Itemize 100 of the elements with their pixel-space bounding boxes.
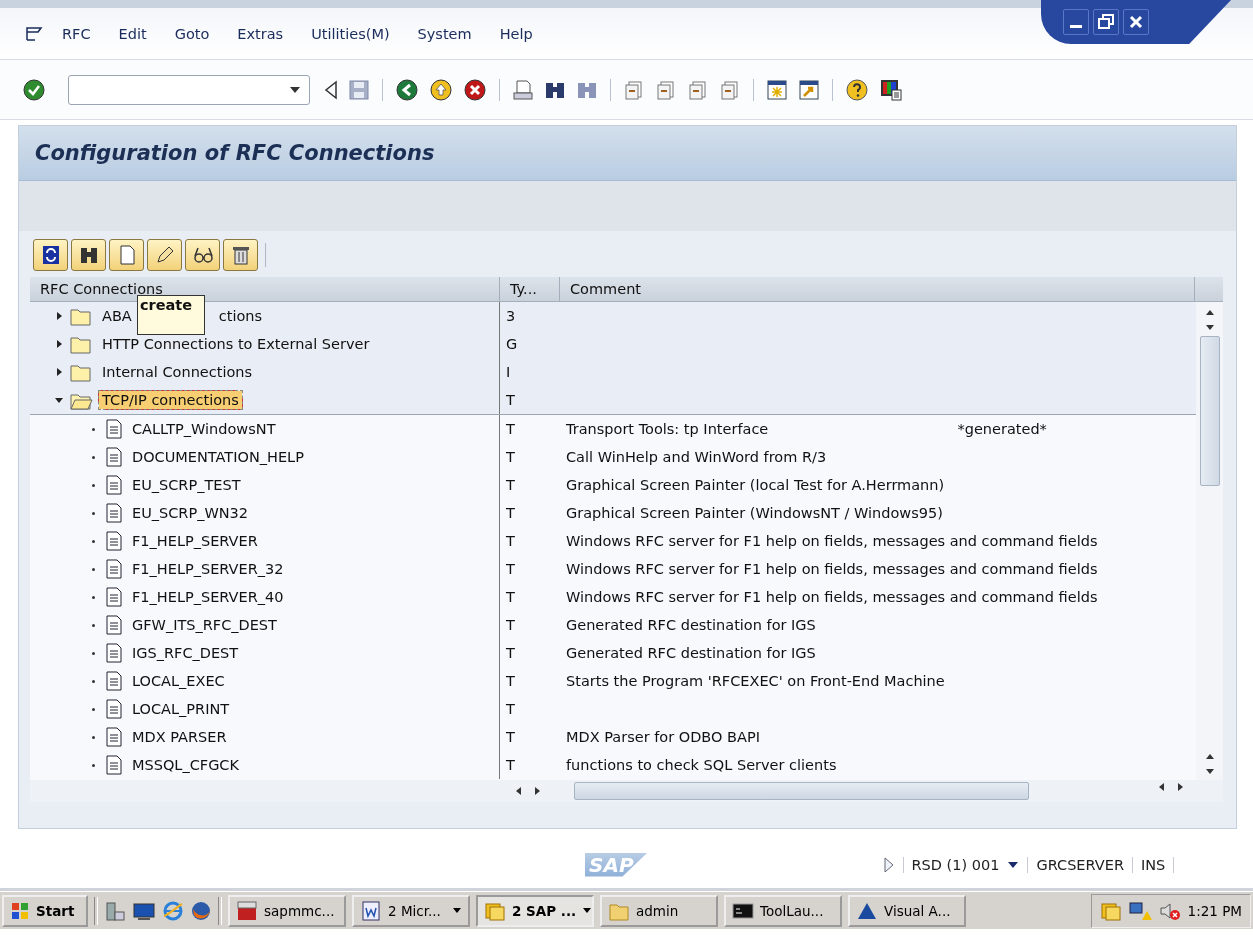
taskbar-task[interactable]: admin	[600, 894, 718, 927]
document-icon	[105, 503, 123, 523]
tree-node-label[interactable]: F1_HELP_SERVER	[129, 532, 261, 550]
menu-item[interactable]: Goto	[174, 25, 210, 42]
network-warning-icon[interactable]	[1127, 899, 1152, 922]
server-icon[interactable]	[104, 899, 126, 922]
fox-globe-icon[interactable]	[190, 899, 212, 922]
create-button[interactable]	[109, 239, 144, 271]
menu-item[interactable]: Help	[499, 25, 533, 42]
tree-node-label[interactable]: ctions	[218, 308, 263, 324]
type-cell-text: T	[505, 533, 516, 549]
document-icon	[105, 699, 123, 719]
scroll-up-icon[interactable]	[1203, 752, 1216, 762]
scroll-left-icon[interactable]	[1157, 782, 1167, 792]
dropdown-icon[interactable]	[289, 85, 301, 94]
tree-node-label[interactable]: TCP/IP connections	[99, 391, 242, 409]
shortcut-icon[interactable]	[798, 78, 820, 101]
minimize-icon[interactable]	[1063, 9, 1089, 35]
tree-node-label[interactable]: DOCUMENTATION_HELP	[129, 448, 307, 466]
taskbar-task[interactable]: 2 Micr...	[352, 894, 470, 927]
sap-logo: SAP	[585, 852, 648, 877]
new-window-icon[interactable]	[766, 78, 788, 101]
browser-icon[interactable]	[162, 899, 184, 922]
command-field[interactable]	[68, 74, 310, 105]
clock: 1:21 PM	[1187, 902, 1242, 919]
triangle-left-icon[interactable]	[324, 78, 338, 101]
comment-cell-text: *generated*	[956, 421, 1047, 437]
change-button[interactable]	[147, 239, 182, 271]
taskbar-task[interactable]: Visual A...	[848, 894, 966, 927]
menu-item[interactable]: Edit	[118, 25, 147, 42]
menu-item[interactable]: Utilities(M)	[311, 25, 390, 42]
scroll-down-icon[interactable]	[1203, 322, 1216, 332]
windows-flag-icon	[10, 900, 30, 921]
type-cell-text: T	[505, 505, 516, 521]
menu-item[interactable]: RFC	[62, 25, 91, 42]
document-icon	[105, 447, 123, 467]
comment-cell: Graphical Screen Painter (local Test for A.Herrmann)	[566, 477, 945, 493]
display-button[interactable]	[185, 239, 220, 271]
document-icon	[105, 559, 123, 579]
next-page-icon[interactable]	[687, 78, 709, 101]
menu-item[interactable]: System	[417, 25, 472, 42]
close-icon[interactable]	[1123, 9, 1149, 35]
tree-node-label[interactable]: EU_SCRP_TEST	[129, 476, 244, 494]
type-cell-text: I	[505, 364, 512, 380]
first-page-icon[interactable]	[623, 78, 645, 101]
tooltip: create	[137, 295, 205, 335]
dropdown-icon	[452, 906, 462, 915]
back-icon[interactable]	[395, 77, 419, 102]
tree-node-label[interactable]: MSSQL_CFGCK	[129, 756, 242, 774]
toolbox-icon	[236, 899, 258, 922]
ok-icon[interactable]	[22, 77, 46, 102]
menu-item[interactable]: Extras	[237, 25, 284, 42]
help-icon[interactable]	[845, 77, 869, 102]
tree-node-label[interactable]: F1_HELP_SERVER_40	[129, 588, 287, 606]
document-icon	[105, 615, 123, 635]
scroll-right-icon[interactable]	[1175, 782, 1185, 792]
tree-node-label[interactable]: CALLTP_WindowsNT	[129, 420, 279, 438]
last-page-icon[interactable]	[719, 78, 741, 101]
taskbar-task[interactable]: 2 SAP ...	[476, 894, 594, 927]
comment-cell: Graphical Screen Painter (WindowsNT / Windows95)	[566, 505, 943, 521]
column-header[interactable]: Comment	[560, 277, 1195, 301]
find-button[interactable]	[71, 239, 106, 271]
tree-node-label[interactable]: GFW_ITS_RFC_DEST	[129, 616, 280, 634]
save-icon[interactable]	[348, 78, 370, 101]
expander-icon[interactable]	[54, 311, 64, 321]
cancel-icon[interactable]	[463, 77, 487, 102]
scrollbar-thumb[interactable]	[1199, 336, 1220, 486]
tree-node-label[interactable]: MDX PARSER	[129, 728, 230, 746]
expander-icon[interactable]	[54, 339, 64, 349]
scroll-left-icon[interactable]	[514, 786, 524, 796]
tree-node-label[interactable]: IGS_RFC_DEST	[129, 644, 242, 662]
type-cell-text: T	[505, 392, 516, 408]
scroll-right-icon[interactable]	[532, 786, 542, 796]
restore-icon[interactable]	[1093, 9, 1119, 35]
refresh-button[interactable]	[33, 239, 68, 271]
horizontal-scrollbar-thumb[interactable]	[574, 782, 1029, 800]
previous-page-icon[interactable]	[655, 78, 677, 101]
expand-status-icon[interactable]	[882, 855, 895, 874]
vertical-scrollbar[interactable]	[1196, 302, 1223, 780]
delete-button[interactable]	[223, 239, 258, 271]
tree-node-label[interactable]: Internal Connections	[99, 363, 256, 381]
start-button[interactable]: Start	[2, 894, 88, 927]
expander-icon[interactable]	[54, 367, 64, 377]
tree-node-label[interactable]: EU_SCRP_WN32	[129, 504, 252, 522]
column-header[interactable]: Ty...	[500, 277, 560, 301]
dropdown-icon[interactable]	[1007, 860, 1020, 869]
scroll-down-icon[interactable]	[1203, 766, 1216, 776]
tree-node-label[interactable]: ABA	[99, 307, 135, 325]
tree-node-label[interactable]: LOCAL_EXEC	[129, 672, 228, 690]
taskbar-task[interactable]: ToolLau...	[724, 894, 842, 927]
tree-node-label[interactable]: LOCAL_PRINT	[129, 700, 233, 718]
scroll-up-icon[interactable]	[1203, 308, 1216, 318]
tree-node-label[interactable]: F1_HELP_SERVER_32	[129, 560, 287, 578]
taskbar-task[interactable]: sapmmc...	[228, 894, 346, 927]
server-name: GRCSERVER	[1036, 856, 1124, 873]
expander-icon[interactable]	[54, 395, 64, 405]
layout-icon[interactable]	[879, 77, 903, 102]
print-icon[interactable]	[512, 78, 534, 101]
exit-icon[interactable]	[429, 77, 453, 102]
tree-node-label[interactable]: HTTP Connections to External Server	[99, 335, 373, 353]
